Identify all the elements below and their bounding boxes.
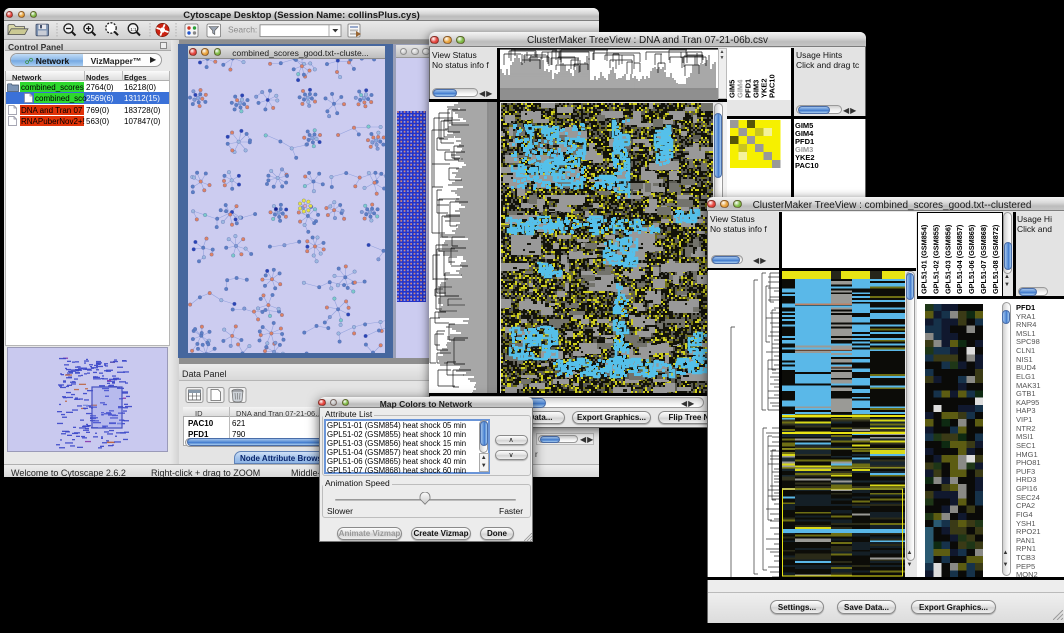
svg-text:GPL51-02 (GSM855): GPL51-02 (GSM855) — [931, 224, 940, 294]
svg-text:GPL51-07 (GSM868): GPL51-07 (GSM868) — [979, 224, 988, 294]
svg-text:GPL51-01 (GSM854): GPL51-01 (GSM854) — [920, 224, 929, 294]
svg-text:GPL51-03 (GSM856): GPL51-03 (GSM856) — [943, 224, 952, 294]
svg-text:GPL51-06 (GSM865): GPL51-06 (GSM865) — [967, 224, 976, 294]
svg-text:PAC10: PAC10 — [768, 74, 777, 98]
svg-text:Search:: Search: — [228, 25, 257, 35]
svg-text:GPL51-08 (GSM872): GPL51-08 (GSM872) — [991, 224, 1000, 294]
svg-text:1:1: 1:1 — [130, 27, 137, 32]
svg-text:GPL51-04 (GSM857): GPL51-04 (GSM857) — [955, 224, 964, 294]
